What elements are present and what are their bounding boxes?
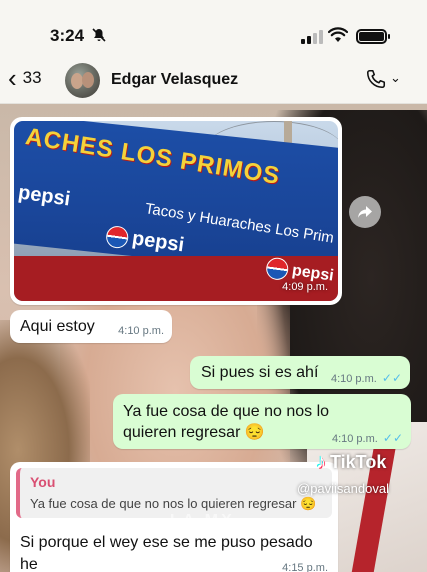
image-message[interactable]: ACHES LOS PRIMOS Tacos y Huaraches Los P… bbox=[10, 117, 342, 305]
forward-icon bbox=[358, 206, 372, 218]
message-text: Si pues si es ahí bbox=[201, 364, 319, 381]
message-bubble-incoming[interactable]: Aqui estoy 4:10 p.m. bbox=[10, 310, 172, 343]
status-bar: 3:24 bbox=[0, 0, 427, 56]
watermark: LA.MX bbox=[170, 512, 235, 529]
unread-count: 33 bbox=[22, 68, 42, 87]
quote-text: Ya fue cosa de que no nos lo quieren reg… bbox=[30, 496, 317, 511]
forward-button[interactable] bbox=[349, 196, 381, 228]
storefront-photo[interactable]: ACHES LOS PRIMOS Tacos y Huaraches Los P… bbox=[14, 121, 338, 301]
quoted-message[interactable]: You Ya fue cosa de que no nos lo quieren… bbox=[16, 468, 332, 518]
message-text: Ya fue cosa de que no nos lo quieren reg… bbox=[123, 403, 330, 441]
avatar[interactable] bbox=[65, 63, 100, 98]
message-time: 4:10 p.m. bbox=[331, 433, 378, 445]
read-receipt-icon: ✓✓ bbox=[381, 371, 402, 385]
message-time: 4:10 p.m. bbox=[118, 325, 164, 337]
message-time: 4:09 p.m. bbox=[282, 281, 328, 293]
quote-author: You bbox=[30, 474, 56, 490]
wifi-icon bbox=[327, 27, 349, 48]
message-bubble-outgoing[interactable]: Si pues si es ahí 4:10 p.m. ✓✓ bbox=[190, 356, 410, 389]
back-button[interactable]: ‹ 33 bbox=[8, 63, 42, 93]
cellular-signal-icon bbox=[301, 30, 323, 44]
message-time: 4:15 p.m. bbox=[282, 562, 328, 572]
message-text: Aqui estoy bbox=[20, 318, 95, 335]
chevron-left-icon: ‹ bbox=[8, 63, 17, 93]
tiktok-icon: ♪ bbox=[316, 451, 326, 473]
message-bubble-outgoing[interactable]: Ya fue cosa de que no nos lo quieren reg… bbox=[113, 394, 411, 449]
bell-slash-icon bbox=[91, 27, 107, 46]
contact-name[interactable]: Edgar Velasquez bbox=[111, 71, 238, 89]
phone-icon[interactable] bbox=[365, 68, 387, 95]
status-time: 3:24 bbox=[50, 26, 85, 45]
chat-header: ‹ 33 Edgar Velasquez ⌄ bbox=[0, 56, 427, 104]
tiktok-logo: ♪ TikTok bbox=[316, 451, 387, 473]
read-receipt-icon: ✓✓ bbox=[382, 431, 403, 445]
chevron-down-icon[interactable]: ⌄ bbox=[390, 70, 401, 86]
tiktok-handle: @paviisandoval bbox=[297, 481, 389, 496]
message-time: 4:10 p.m. bbox=[330, 373, 377, 385]
battery-icon bbox=[356, 29, 390, 44]
